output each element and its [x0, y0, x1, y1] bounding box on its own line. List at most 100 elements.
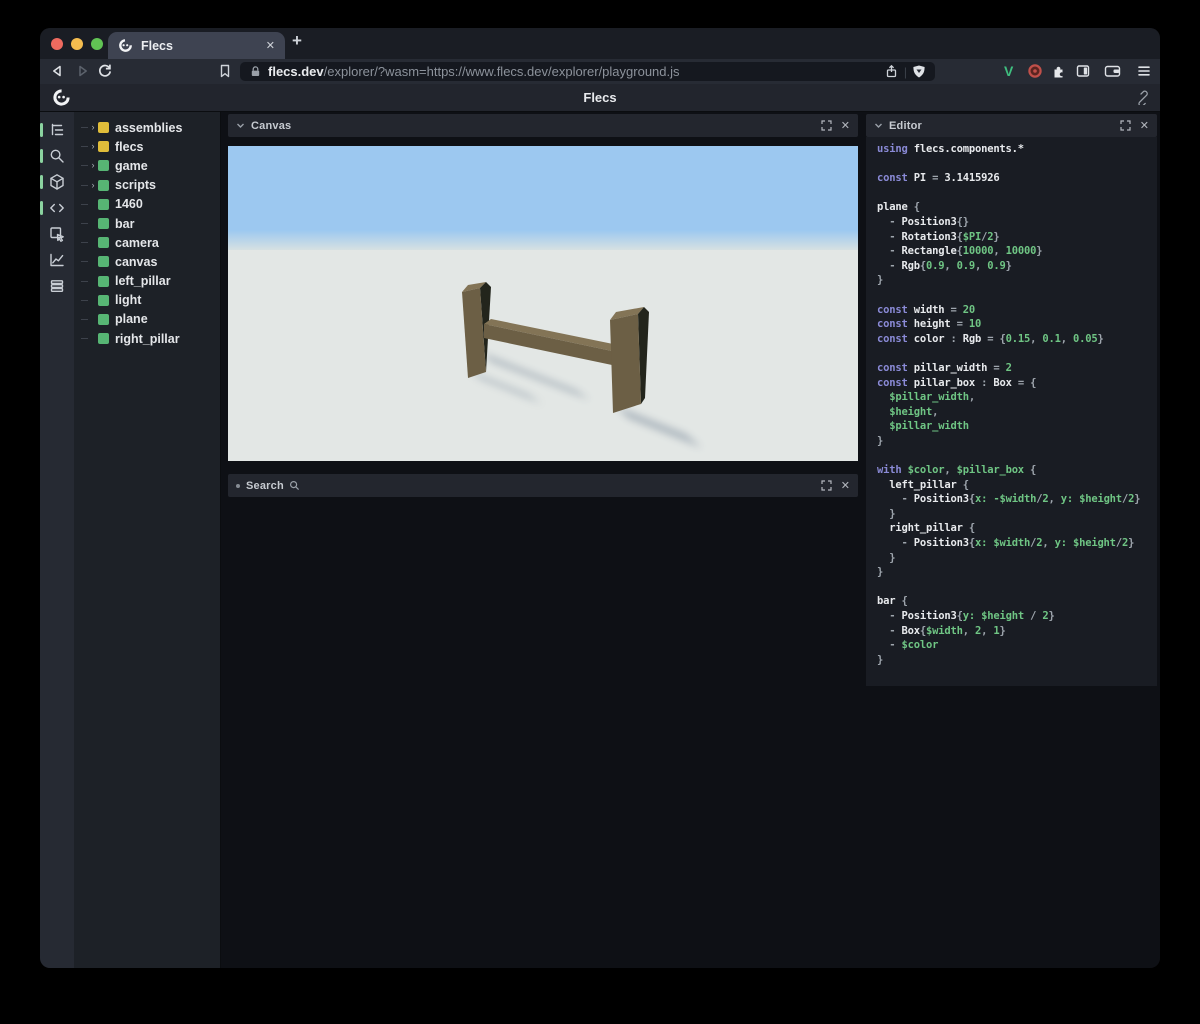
- wallet-icon[interactable]: [1103, 62, 1121, 80]
- close-icon[interactable]: ✕: [841, 479, 850, 492]
- code-line: const height = 10: [877, 318, 982, 331]
- code-line: bar {: [877, 595, 908, 608]
- canvas-panel-header[interactable]: Canvas ✕: [228, 114, 858, 137]
- activity-bar: [40, 112, 74, 968]
- tree-guide-line: [81, 280, 88, 282]
- activity-item-outliner[interactable]: [40, 117, 74, 143]
- app-content: › assemblies › flecs › game › scripts 1460 bar cam…: [40, 112, 1160, 968]
- tree-item-label: plane: [115, 312, 148, 327]
- canvas-viewport[interactable]: [228, 146, 858, 461]
- entity-color-dot: [98, 237, 109, 249]
- expander-chevron-icon[interactable]: ›: [88, 142, 98, 151]
- tree-item-label: bar: [115, 216, 135, 231]
- tree-item-left_pillar[interactable]: left_pillar: [74, 272, 220, 291]
- tree-item-1460[interactable]: 1460: [74, 195, 220, 214]
- editor-panel-header[interactable]: Editor ✕: [866, 114, 1157, 137]
- share-icon[interactable]: [884, 64, 899, 79]
- code-line: $height,: [877, 405, 939, 418]
- entity-color-dot: [98, 160, 109, 172]
- tree-item-label: left_pillar: [115, 274, 171, 289]
- scene-3d: [228, 146, 858, 461]
- expander-chevron-icon[interactable]: ›: [88, 123, 98, 132]
- tree-item-light[interactable]: light: [74, 291, 220, 310]
- code-editor[interactable]: using flecs.components.* const PI = 3.14…: [866, 137, 1157, 686]
- tree-item-label: canvas: [115, 254, 158, 269]
- tree-guide-line: [81, 299, 88, 301]
- code-line: }: [877, 566, 884, 579]
- browser-window: Flecs ✕ + flecs.dev/explorer/?wasm=https…: [40, 28, 1160, 968]
- code-line: }: [877, 274, 884, 287]
- activity-item-inspect[interactable]: [40, 221, 74, 247]
- window-zoom-button[interactable]: [91, 38, 103, 50]
- sidebar-toggle-icon[interactable]: [1074, 62, 1092, 80]
- code-line: - Box{$width, 2, 1}: [877, 624, 1006, 637]
- expander-chevron-icon[interactable]: ›: [88, 161, 98, 170]
- tree-guide-line: [81, 146, 88, 148]
- activity-item-scene[interactable]: [40, 169, 74, 195]
- active-indicator: [40, 175, 43, 189]
- permalink-icon[interactable]: [1135, 90, 1150, 105]
- tree-item-plane[interactable]: plane: [74, 310, 220, 329]
- sky: [228, 146, 858, 232]
- code-line: const pillar_box : Box = {: [877, 376, 1037, 389]
- tree-item-scripts[interactable]: › scripts: [74, 176, 220, 195]
- close-icon[interactable]: ✕: [841, 119, 850, 132]
- collapsed-indicator-icon[interactable]: [236, 483, 240, 488]
- tree-item-right_pillar[interactable]: right_pillar: [74, 329, 220, 348]
- activity-item-search[interactable]: [40, 143, 74, 169]
- address-bar[interactable]: flecs.dev/explorer/?wasm=https://www.fle…: [240, 62, 935, 81]
- tab-title: Flecs: [141, 38, 173, 53]
- brave-shield-icon[interactable]: [912, 64, 926, 79]
- activity-item-tables[interactable]: [40, 273, 74, 299]
- forward-icon[interactable]: [73, 62, 91, 80]
- close-icon[interactable]: ✕: [1140, 119, 1149, 132]
- script-icon: [48, 199, 66, 217]
- activity-item-stats[interactable]: [40, 247, 74, 273]
- activity-item-script[interactable]: [40, 195, 74, 221]
- tree-item-assemblies[interactable]: › assemblies: [74, 118, 220, 137]
- ground-plane: [228, 250, 858, 461]
- code-line: const color : Rgb = {0.15, 0.1, 0.05}: [877, 332, 1104, 345]
- chevron-down-icon[interactable]: [236, 121, 245, 130]
- vue-devtools-icon[interactable]: V: [1004, 63, 1022, 81]
- back-icon[interactable]: [49, 62, 67, 80]
- tab-close-icon[interactable]: ✕: [266, 39, 275, 52]
- url-path: /explorer/?wasm=https://www.flecs.dev/ex…: [323, 64, 680, 79]
- window-minimize-button[interactable]: [71, 38, 83, 50]
- extensions-puzzle-icon[interactable]: [1050, 62, 1068, 80]
- expander-chevron-icon[interactable]: ›: [88, 180, 98, 190]
- window-close-button[interactable]: [51, 38, 63, 50]
- tree-item-label: scripts: [115, 178, 156, 193]
- tree-guide-line: [81, 223, 88, 225]
- code-line: with $color, $pillar_box {: [877, 464, 1037, 477]
- entity-color-dot: [98, 256, 109, 268]
- scene-icon: [48, 173, 66, 191]
- chevron-down-icon[interactable]: [874, 121, 883, 130]
- tree-item-bar[interactable]: bar: [74, 214, 220, 233]
- new-tab-button[interactable]: +: [292, 31, 302, 51]
- tree-guide-line: [81, 261, 88, 263]
- entity-color-dot: [98, 333, 109, 345]
- fullscreen-icon[interactable]: [821, 120, 832, 131]
- tree-item-camera[interactable]: camera: [74, 233, 220, 252]
- tree-item-canvas[interactable]: canvas: [74, 252, 220, 271]
- menu-icon[interactable]: [1135, 62, 1153, 80]
- tree-item-label: light: [115, 293, 142, 308]
- search-panel-header[interactable]: Search ✕: [228, 474, 858, 497]
- bookmark-icon[interactable]: [216, 62, 234, 80]
- fullscreen-icon[interactable]: [1120, 120, 1131, 131]
- fullscreen-icon[interactable]: [821, 480, 832, 491]
- browser-toolbar: flecs.dev/explorer/?wasm=https://www.fle…: [40, 59, 1160, 84]
- code-line: const width = 20: [877, 303, 975, 316]
- tree-item-game[interactable]: › game: [74, 156, 220, 175]
- stats-icon: [48, 251, 66, 269]
- extension-badge-icon[interactable]: [1026, 62, 1044, 80]
- tree-guide-line: [81, 184, 88, 186]
- tree-item-flecs[interactable]: › flecs: [74, 137, 220, 156]
- reload-icon[interactable]: [96, 62, 114, 80]
- app-header: Flecs: [40, 84, 1160, 112]
- browser-tab[interactable]: Flecs ✕: [108, 32, 285, 59]
